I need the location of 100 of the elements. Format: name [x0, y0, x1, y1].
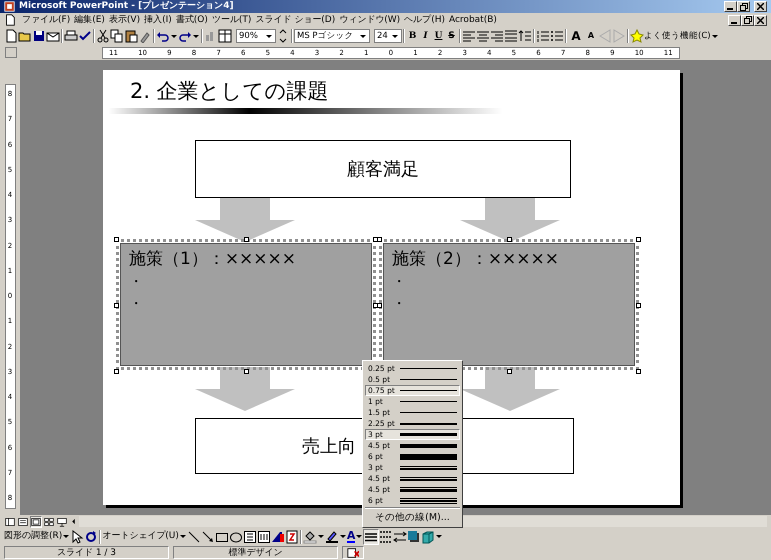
- bullet: ・: [392, 295, 407, 314]
- align-right-icon: [490, 29, 504, 43]
- menu-item[interactable]: 表示(V): [106, 13, 142, 27]
- shadow-icon: [407, 530, 422, 544]
- vertical-text-box-button[interactable]: [256, 528, 271, 544]
- ruler-corner: [5, 47, 17, 58]
- resize-handle[interactable]: [506, 237, 512, 242]
- shadow-text-button[interactable]: S: [445, 28, 458, 44]
- caret-icon: [171, 34, 177, 38]
- minimize-button[interactable]: [728, 14, 741, 26]
- line-style-button[interactable]: [363, 528, 380, 544]
- grow-font-button[interactable]: A: [568, 28, 584, 44]
- view-button[interactable]: [4, 516, 16, 528]
- autoshapes-menu-button[interactable]: オートシェイプ(U): [102, 528, 179, 544]
- goal-box: 顧客満足: [195, 140, 571, 198]
- paragraph-spacing-button[interactable]: [518, 28, 532, 44]
- scissors-icon: [96, 29, 110, 43]
- slide-sorter-icon: [44, 516, 54, 526]
- table-button[interactable]: [218, 28, 232, 44]
- paste-button[interactable]: [124, 28, 138, 44]
- normal-view-icon: [5, 516, 15, 526]
- shrink-font-button[interactable]: A: [584, 28, 598, 44]
- clip-art-button[interactable]: [284, 528, 299, 544]
- line-icon: [186, 530, 201, 544]
- menu-item[interactable]: 挿入(I): [142, 13, 174, 27]
- shadow-button[interactable]: [407, 528, 422, 544]
- menu-item[interactable]: ウィンドウ(W): [337, 13, 402, 27]
- text-box-icon: [242, 530, 257, 544]
- menu-item[interactable]: 書式(O): [174, 13, 210, 27]
- view-button[interactable]: [43, 516, 55, 528]
- resize-handle[interactable]: [636, 303, 641, 308]
- close-button[interactable]: [754, 1, 767, 12]
- pencil-button[interactable]: [324, 528, 339, 544]
- font-color-button[interactable]: A: [346, 530, 356, 543]
- dash-style-button[interactable]: [379, 528, 394, 544]
- paragraph-spacing-icon: [518, 29, 532, 43]
- close-button[interactable]: [754, 14, 767, 26]
- cube-button[interactable]: [421, 528, 436, 544]
- arrange-menu-button[interactable]: 図形の調整(R): [4, 528, 62, 544]
- arrow-icon: [200, 530, 215, 544]
- resize-handle[interactable]: [114, 369, 119, 374]
- resize-handle[interactable]: [114, 303, 119, 308]
- window-title: Microsoft PowerPoint - [プレゼンテーション4]: [19, 0, 234, 13]
- floppy-disk-button[interactable]: [32, 28, 46, 44]
- caret-icon: [392, 34, 398, 38]
- resize-handle[interactable]: [244, 369, 248, 374]
- resize-handle[interactable]: [506, 369, 512, 374]
- slide-title: 2. 企業としての課題: [130, 78, 329, 105]
- close-icon: [757, 3, 764, 10]
- resize-handle[interactable]: [114, 237, 119, 242]
- bullet: ・: [129, 295, 144, 314]
- font-field[interactable]: MS Pゴシック: [294, 29, 370, 43]
- arrow-style-button[interactable]: [393, 528, 408, 544]
- resize-handle[interactable]: [636, 369, 641, 374]
- minimize-button[interactable]: [724, 1, 737, 12]
- line-spacing-button[interactable]: [504, 28, 518, 44]
- text-box-button[interactable]: [242, 528, 257, 544]
- copy-button[interactable]: [110, 28, 124, 44]
- more-lines-option[interactable]: その他の線(M)...: [365, 511, 460, 523]
- cube-icon: [421, 530, 436, 544]
- caret-icon: [180, 535, 186, 538]
- pointer-button[interactable]: [70, 528, 84, 544]
- caret-icon: [266, 34, 272, 38]
- view-button[interactable]: [30, 516, 42, 528]
- menu-item[interactable]: ツール(T): [210, 13, 254, 27]
- numbered-list-icon: [536, 29, 550, 43]
- font-size-field[interactable]: 24: [374, 29, 402, 43]
- vertical-text-box-icon: [256, 530, 271, 544]
- arrow-button[interactable]: [200, 528, 215, 544]
- underline-button[interactable]: U: [432, 28, 445, 44]
- paint-bucket-icon: [302, 530, 317, 544]
- pointer-icon: [70, 530, 84, 544]
- resize-handle[interactable]: [636, 237, 641, 242]
- bold-button[interactable]: B: [406, 28, 419, 44]
- rotate-button[interactable]: [84, 528, 98, 544]
- clip-art-icon: [284, 530, 299, 544]
- zoom-field[interactable]: 90%: [236, 29, 276, 43]
- scissors-button[interactable]: [96, 28, 110, 44]
- numbered-list-button[interactable]: [536, 28, 550, 44]
- italic-button[interactable]: I: [419, 28, 432, 44]
- bulleted-list-button[interactable]: [550, 28, 564, 44]
- menu-item[interactable]: ヘルプ(H): [402, 13, 447, 27]
- document-button[interactable]: [4, 28, 18, 44]
- menu-item[interactable]: スライド ショー(D): [253, 13, 338, 27]
- star-icon: [630, 29, 644, 43]
- dash-style-icon: [379, 530, 394, 544]
- view-button[interactable]: [17, 516, 29, 528]
- wordart-icon: [270, 530, 285, 544]
- line-spacing-icon: [504, 29, 518, 43]
- paint-bucket-button[interactable]: [302, 528, 317, 544]
- menu-item[interactable]: ファイル(F): [20, 13, 72, 27]
- view-button[interactable]: [56, 516, 68, 528]
- maximize-button[interactable]: [737, 1, 750, 12]
- menu-item[interactable]: Acrobat(B): [446, 13, 499, 27]
- favorites-button[interactable]: よく使う機能(C): [630, 28, 711, 44]
- result-text: 売上向: [302, 434, 356, 458]
- line-button[interactable]: [186, 528, 201, 544]
- maximize-button[interactable]: [741, 14, 754, 26]
- menu-item[interactable]: 編集(E): [72, 13, 107, 27]
- resize-handle[interactable]: [244, 237, 248, 242]
